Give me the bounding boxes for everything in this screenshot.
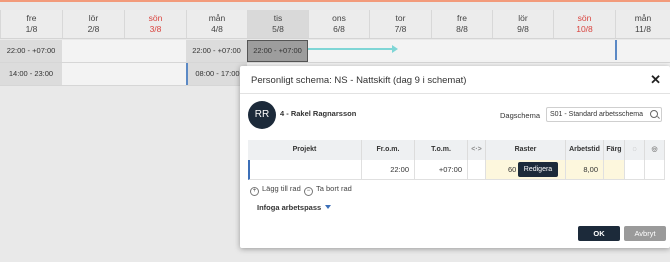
shift-cell-selected[interactable]: 22:00 - +07:00 (247, 40, 308, 62)
day-header[interactable]: fre 1/8 (0, 10, 62, 38)
dialog-title: Personligt schema: NS - Nattskift (dag 9… (251, 75, 467, 86)
color-picker[interactable] (604, 160, 625, 180)
close-icon[interactable]: ✕ (650, 72, 661, 88)
project-input[interactable] (248, 160, 362, 180)
day-header[interactable]: sön 10/8 (553, 10, 615, 38)
day-header[interactable]: tor 7/8 (369, 10, 431, 38)
chevron-down-icon (325, 205, 332, 209)
column-header-farg: Färg (604, 140, 625, 160)
swap-cell (468, 160, 486, 180)
shift-cell[interactable]: 08:00 - 17:00 (186, 63, 247, 85)
calendar-day-header: fre 1/8 lör 2/8 sön 3/8 mån 4/8 tis 5/8 ons 6/… (0, 10, 670, 39)
dagschema-value: S01 - Standard arbetsschema (550, 111, 643, 118)
day-header[interactable]: mån 4/8 (186, 10, 247, 38)
dagschema-label: Dagschema (500, 111, 541, 120)
add-row-button[interactable]: + Lägg till rad (250, 184, 301, 196)
column-header-from: Fr.o.m. (362, 140, 415, 160)
top-accent-line (0, 0, 670, 2)
schedule-row: 22:00 - +07:00 22:00 - +07:00 22:00 - +0… (0, 40, 670, 63)
shift-span-line (308, 48, 396, 50)
edit-raster-button[interactable]: Redigera (518, 162, 558, 177)
day-header-today[interactable]: tis 5/8 (247, 10, 308, 38)
column-header-raster: Raster (486, 140, 566, 160)
minus-circle-icon: − (304, 187, 313, 196)
day-header[interactable]: ons 6/8 (308, 10, 369, 38)
arrow-right-icon (392, 45, 398, 53)
dagschema-select[interactable]: S01 - Standard arbetsschema (546, 107, 662, 122)
today-marker (615, 40, 617, 60)
day-header[interactable]: lör 2/8 (62, 10, 124, 38)
shift-cell[interactable]: 22:00 - +07:00 (186, 40, 247, 62)
shift-cell[interactable]: 14:00 - 23:00 (0, 63, 62, 85)
day-header[interactable]: mån 11/8 (615, 10, 670, 38)
column-header-tom: T.o.m. (415, 140, 468, 160)
swap-arrows-icon[interactable]: <·> (468, 140, 486, 160)
visibility-icon[interactable]: ◌ (625, 140, 645, 160)
cancel-button[interactable]: Avbryt (624, 226, 666, 241)
divider (240, 93, 670, 94)
employee-name: 4 - Rakel Ragnarsson (280, 109, 357, 118)
day-header[interactable]: fre 8/8 (431, 10, 492, 38)
day-header[interactable]: sön 3/8 (124, 10, 186, 38)
settings-icon[interactable]: ◎ (645, 140, 665, 160)
ok-button[interactable]: OK (578, 226, 620, 241)
search-icon[interactable] (650, 110, 658, 118)
column-header-projekt: Projekt (248, 140, 362, 160)
settings-cell (645, 160, 665, 180)
day-header[interactable]: lör 9/8 (492, 10, 553, 38)
arbetstid-value: 8,00 (566, 160, 604, 180)
avatar: RR (248, 101, 276, 129)
plus-circle-icon: + (250, 187, 259, 196)
visibility-cell (625, 160, 645, 180)
from-time-input[interactable]: 22:00 (362, 160, 415, 180)
remove-row-button[interactable]: − Ta bort rad (304, 184, 352, 196)
insert-shift-dropdown[interactable]: Infoga arbetspass (257, 203, 332, 212)
personal-schedule-dialog: Personligt schema: NS - Nattskift (dag 9… (240, 66, 670, 248)
shift-cell[interactable]: 22:00 - +07:00 (0, 40, 62, 62)
to-time-input[interactable]: +07:00 (415, 160, 468, 180)
column-header-arbetstid: Arbetstid (566, 140, 604, 160)
